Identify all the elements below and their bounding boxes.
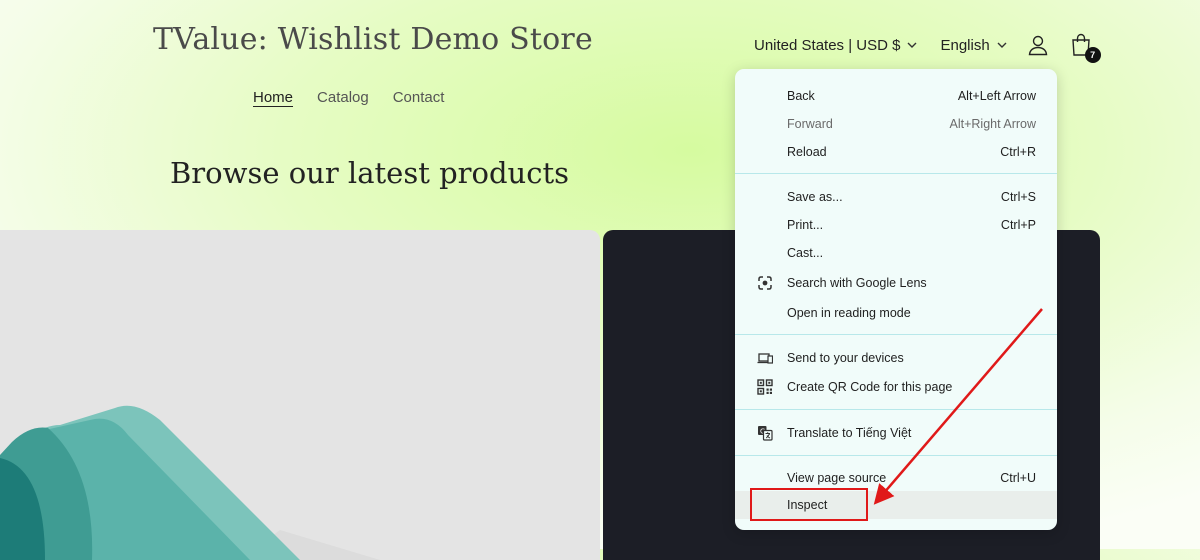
menu-item-reading-mode[interactable]: Open in reading mode	[735, 300, 1057, 326]
language-selector-label: English	[940, 36, 990, 54]
country-selector-label: United States | USD $	[754, 36, 901, 54]
menu-item-save-as[interactable]: Save as... Ctrl+S	[735, 184, 1057, 210]
menu-item-back[interactable]: Back Alt+Left Arrow	[735, 83, 1057, 109]
menu-separator	[735, 173, 1057, 174]
cart-button[interactable]: 7	[1069, 33, 1101, 63]
store-title[interactable]: TValue: Wishlist Demo Store	[153, 22, 593, 57]
main-nav: Home Catalog Contact	[253, 89, 444, 106]
cart-count-badge: 7	[1084, 47, 1101, 63]
menu-separator	[735, 455, 1057, 456]
country-selector[interactable]: United States | USD $	[754, 37, 918, 54]
chevron-down-icon	[996, 39, 1008, 51]
menu-item-google-lens[interactable]: Search with Google Lens	[735, 270, 1057, 296]
menu-separator	[735, 409, 1057, 410]
menu-item-print[interactable]: Print... Ctrl+P	[735, 212, 1057, 238]
menu-item-qr-code[interactable]: Create QR Code for this page	[735, 374, 1057, 400]
menu-item-forward[interactable]: Forward Alt+Right Arrow	[735, 111, 1057, 137]
menu-item-send-to-devices[interactable]: Send to your devices	[735, 345, 1057, 371]
header-utilities: United States | USD $ English 7	[754, 33, 1101, 63]
section-heading: Browse our latest products	[170, 156, 569, 190]
google-lens-icon	[757, 275, 773, 291]
product-card-image-left[interactable]	[0, 230, 600, 560]
menu-item-translate[interactable]: G Translate to Tiếng Việt	[735, 420, 1057, 446]
translate-icon: G	[757, 425, 773, 441]
nav-contact-link[interactable]: Contact	[393, 89, 445, 106]
devices-icon	[757, 350, 773, 366]
chevron-down-icon	[906, 39, 918, 51]
user-icon[interactable]	[1026, 33, 1050, 57]
annotation-highlight-box	[750, 488, 868, 521]
nav-home-link[interactable]: Home	[253, 89, 293, 106]
menu-item-reload[interactable]: Reload Ctrl+R	[735, 139, 1057, 165]
language-selector[interactable]: English	[940, 37, 1007, 54]
menu-separator	[735, 334, 1057, 335]
qr-code-icon	[757, 379, 773, 395]
context-menu: Back Alt+Left Arrow Forward Alt+Right Ar…	[735, 69, 1057, 530]
nav-catalog-link[interactable]: Catalog	[317, 89, 369, 106]
menu-item-cast[interactable]: Cast...	[735, 240, 1057, 266]
product-illustration	[0, 405, 380, 560]
